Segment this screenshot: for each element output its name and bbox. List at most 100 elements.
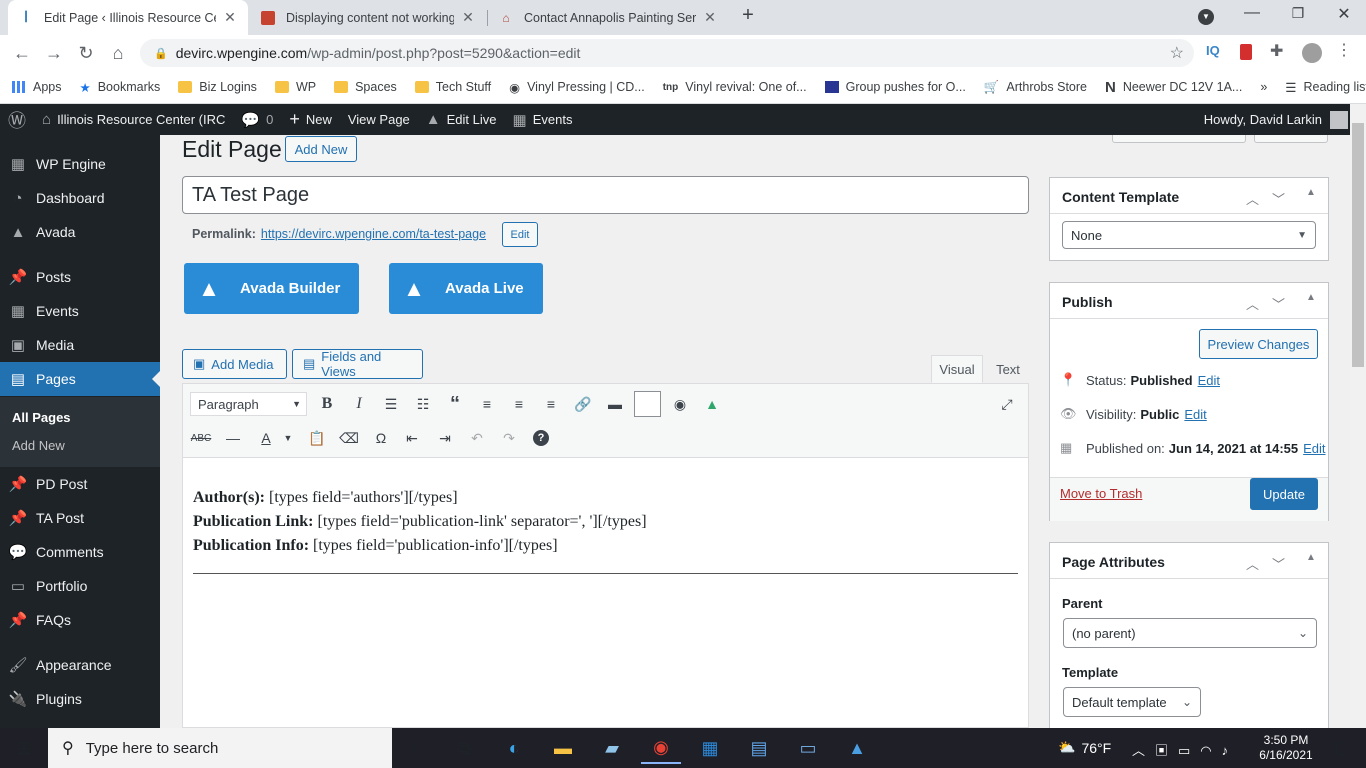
forward-icon[interactable]: → [38, 35, 70, 71]
status-edit-link[interactable]: Edit [1198, 373, 1220, 388]
comments-link[interactable]: 💬 0 [233, 104, 281, 135]
bookmark-folder[interactable]: WP [274, 80, 316, 94]
update-button[interactable]: Update [1250, 478, 1318, 510]
events-link[interactable]: ▦ Events [505, 104, 581, 135]
site-name-link[interactable]: ⌂ Illinois Resource Center (IRC [34, 104, 233, 135]
weather-widget[interactable]: ⛅ 76°F [1058, 739, 1111, 756]
bulleted-list-icon[interactable]: ☰ [379, 392, 403, 416]
visibility-edit-link[interactable]: Edit [1184, 407, 1206, 422]
help-tab[interactable] [1254, 135, 1328, 143]
bookmark-star-icon[interactable]: ☆ [1170, 43, 1184, 63]
submenu-all-pages[interactable]: All Pages [12, 410, 71, 425]
bookmark-link[interactable]: 🛒 Arthrobs Store [984, 80, 1087, 95]
browser-tab[interactable]: Displaying content not working - ✕ [250, 0, 486, 35]
bookmark-link[interactable]: N Neewer DC 12V 1A... [1105, 79, 1242, 96]
bookmark-folder[interactable]: Spaces [334, 80, 397, 94]
profile-avatar[interactable] [1302, 43, 1322, 63]
move-down-icon[interactable]: ﹀ [1272, 294, 1285, 313]
move-down-icon[interactable]: ﹀ [1272, 189, 1285, 208]
new-content-link[interactable]: + New [281, 104, 340, 135]
screen-options-tab[interactable] [1112, 135, 1246, 143]
add-new-button[interactable]: Add New [285, 136, 357, 162]
sidebar-item-faqs[interactable]: 📌 FAQs [0, 603, 160, 637]
restore-icon[interactable]: ❐ [1286, 5, 1310, 22]
move-up-icon[interactable]: ︿ [1246, 294, 1259, 313]
notifications-icon[interactable]: ▢ [1322, 732, 1362, 764]
text-color-icon[interactable]: A [254, 426, 278, 450]
fullscreen-icon[interactable]: ⤢ [995, 392, 1019, 416]
sidebar-item-pd-post[interactable]: 📌 PD Post [0, 467, 160, 501]
avada-live-button[interactable]: ▲ Avada Live [389, 263, 543, 314]
align-right-icon[interactable]: ≡ [539, 392, 563, 416]
clock[interactable]: 3:50 PM 6/16/2021 [1252, 733, 1320, 763]
close-tab-icon[interactable]: ✕ [222, 9, 238, 26]
permalink-edit-button[interactable]: Edit [502, 222, 538, 247]
submenu-add-new[interactable]: Add New [12, 438, 65, 453]
move-up-icon[interactable]: ︿ [1246, 554, 1259, 573]
more-bookmarks[interactable]: » [1260, 80, 1267, 94]
browser-tab-active[interactable]: ꟾ Edit Page ‹ Illinois Resource Cent ✕ [8, 0, 248, 35]
reading-list[interactable]: ☰ Reading list [1285, 80, 1366, 95]
editor-content[interactable]: Author(s): [types field='authors'][/type… [193, 486, 647, 558]
sidebar-item-events[interactable]: ▦ Events [0, 294, 160, 328]
move-up-icon[interactable]: ︿ [1246, 189, 1259, 208]
toolbar-toggle-icon[interactable] [634, 391, 661, 417]
address-bar[interactable]: 🔒 devirc.wpengine.com/wp-admin/post.php?… [140, 39, 1194, 67]
sidebar-item-wp-engine[interactable]: ▦ WP Engine [0, 147, 160, 181]
paint-icon[interactable]: ▭ [788, 732, 828, 764]
view-page-link[interactable]: View Page [340, 104, 418, 135]
align-left-icon[interactable]: ≡ [475, 392, 499, 416]
task-view-icon[interactable]: ⧉ [444, 732, 484, 764]
user-account-menu[interactable]: Howdy, David Larkin [1196, 104, 1356, 135]
horizontal-line-icon[interactable]: — [221, 426, 245, 450]
move-down-icon[interactable]: ﹀ [1272, 554, 1285, 573]
collapse-triangle-icon[interactable]: ▲ [1306, 292, 1316, 303]
collapse-triangle-icon[interactable]: ▲ [1306, 552, 1316, 563]
bookmark-link[interactable]: Group pushes for O... [824, 80, 966, 94]
extension-red-icon[interactable] [1240, 44, 1252, 60]
bold-icon[interactable]: B [315, 392, 339, 416]
move-to-trash-link[interactable]: Move to Trash [1060, 486, 1142, 501]
sidebar-item-pages[interactable]: ▤ Pages [0, 362, 160, 396]
special-character-icon[interactable]: Ω [369, 426, 393, 450]
browser-menu-icon[interactable]: ⋮ [1336, 40, 1352, 60]
close-window-icon[interactable]: ✕ [1332, 4, 1356, 24]
template-select[interactable]: Default template ⌄ [1063, 687, 1201, 717]
browser-tab[interactable]: ⌂ Contact Annapolis Painting Servic ✕ [488, 0, 728, 35]
bookmark-folder[interactable]: Biz Logins [178, 80, 257, 94]
sidebar-item-posts[interactable]: 📌 Posts [0, 260, 160, 294]
edit-live-link[interactable]: ▲ Edit Live [418, 104, 505, 135]
undo-icon[interactable]: ↶ [465, 426, 489, 450]
tab-visual[interactable]: Visual [931, 355, 983, 383]
avada-shortcode-icon[interactable]: ▲ [700, 392, 724, 416]
new-tab-icon[interactable]: + [736, 4, 760, 30]
format-select[interactable]: Paragraph ▼ [190, 392, 307, 416]
close-tab-icon[interactable]: ✕ [460, 9, 476, 26]
tab-search-icon[interactable]: ▼ [1198, 9, 1214, 25]
photos-icon[interactable]: ▲ [837, 732, 877, 764]
minimize-icon[interactable]: — [1240, 4, 1264, 22]
read-more-icon[interactable]: ▬ [603, 392, 627, 416]
blockquote-icon[interactable]: “ [443, 392, 467, 416]
close-tab-icon[interactable]: ✕ [702, 9, 718, 26]
paste-text-icon[interactable]: 📋 [305, 426, 329, 450]
collapse-triangle-icon[interactable]: ▲ [1306, 187, 1316, 198]
published-edit-link[interactable]: Edit [1303, 441, 1325, 456]
link-icon[interactable]: 🔗 [571, 392, 595, 416]
sidebar-item-media[interactable]: ▣ Media [0, 328, 160, 362]
numbered-list-icon[interactable]: ☷ [411, 392, 435, 416]
calculator-icon[interactable]: ▤ [739, 732, 779, 764]
help-icon[interactable]: ? [529, 426, 553, 450]
tab-text[interactable]: Text [988, 355, 1028, 383]
strikethrough-icon[interactable]: ABC [189, 426, 213, 450]
edge-icon[interactable]: ◐ [494, 732, 534, 764]
sidebar-item-appearance[interactable]: 🖌 Appearance [0, 648, 160, 682]
sidebar-item-portfolio[interactable]: ▭ Portfolio [0, 569, 160, 603]
bookmark-link[interactable]: tnp Vinyl revival: One of... [663, 80, 807, 94]
italic-icon[interactable]: I [347, 392, 371, 416]
sidebar-item-comments[interactable]: 💬 Comments [0, 535, 160, 569]
parent-select[interactable]: (no parent) ⌄ [1063, 618, 1317, 648]
wordpress-logo-icon[interactable]: Ⓦ [0, 104, 34, 135]
sidebar-item-ta-post[interactable]: 📌 TA Post [0, 501, 160, 535]
system-tray-icons[interactable]: ︿▣▭◠♪ [1132, 740, 1238, 759]
